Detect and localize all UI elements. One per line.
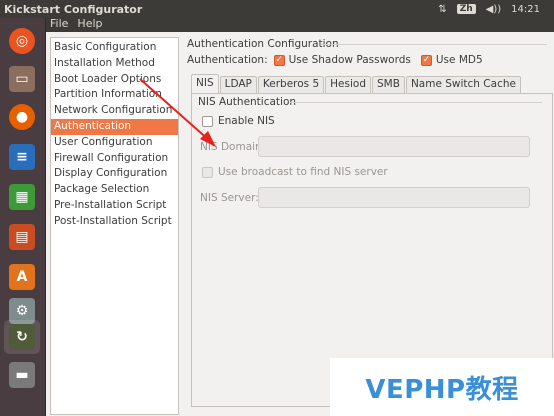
tab-smb[interactable]: SMB — [372, 76, 405, 93]
nav-item-boot-loader-options[interactable]: Boot Loader Options — [51, 72, 178, 88]
section-title: Authentication Configuration — [187, 38, 339, 50]
nav-item-basic-configuration[interactable]: Basic Configuration — [51, 40, 178, 56]
launcher-item-dvd[interactable]: ▬ — [4, 358, 40, 392]
broadcast-checkbox[interactable] — [202, 166, 213, 178]
keyboard-layout-indicator[interactable]: Zh — [456, 4, 476, 14]
broadcast-label[interactable]: Use broadcast to find NIS server — [218, 166, 388, 178]
shadow-passwords-checkbox[interactable]: ✓ — [273, 54, 285, 66]
nav-item-package-selection[interactable]: Package Selection — [51, 182, 178, 198]
firefox-icon: ● — [9, 104, 35, 130]
nis-domain-label: NIS Domain: — [200, 141, 266, 153]
launcher-item-firefox[interactable]: ● — [4, 100, 40, 134]
calc-icon: ▦ — [9, 184, 35, 210]
files-icon: ▭ — [9, 66, 35, 92]
authentication-options: Authentication: ✓ Use Shadow Passwords ✓… — [187, 54, 483, 66]
section-divider — [321, 44, 547, 45]
shadow-passwords-label[interactable]: Use Shadow Passwords — [289, 54, 411, 66]
launcher: ◎ ▭ ● ≡ ▦ ▤ A ⚙ ↻ ▬ — [0, 18, 46, 416]
tab-kerberos[interactable]: Kerberos 5 — [257, 76, 325, 93]
tab-nis[interactable]: NIS — [191, 74, 219, 93]
dvd-icon: ▬ — [9, 362, 35, 388]
watermark: VEPHP教程 — [330, 358, 554, 416]
nav-item-display-configuration[interactable]: Display Configuration — [51, 166, 178, 182]
md5-checkbox[interactable]: ✓ — [420, 54, 432, 66]
enable-nis-label[interactable]: Enable NIS — [218, 115, 275, 127]
enable-nis-row: Enable NIS — [202, 115, 275, 127]
category-list[interactable]: Basic Configuration Installation Method … — [50, 37, 179, 415]
top-panel: Kickstart Configurator ⇅ Zh ◀)) 14:21 — [0, 0, 554, 18]
md5-label[interactable]: Use MD5 — [436, 54, 483, 66]
nav-item-user-configuration[interactable]: User Configuration — [51, 135, 178, 151]
terminal-icon: ↻ — [9, 324, 35, 350]
nav-item-network-configuration[interactable]: Network Configuration — [51, 103, 178, 119]
nav-item-installation-method[interactable]: Installation Method — [51, 56, 178, 72]
launcher-item-writer[interactable]: ≡ — [4, 140, 40, 174]
enable-nis-checkbox[interactable] — [202, 115, 213, 127]
menu-help[interactable]: Help — [77, 18, 102, 32]
launcher-item-terminal[interactable]: ↻ — [4, 320, 40, 354]
launcher-item-files[interactable]: ▭ — [4, 62, 40, 96]
nis-group-divider — [290, 102, 542, 103]
menu-file[interactable]: File — [50, 18, 68, 32]
nav-item-authentication[interactable]: Authentication — [51, 118, 178, 135]
tab-hesiod[interactable]: Hesiod — [325, 76, 371, 93]
window-title: Kickstart Configurator — [4, 2, 143, 16]
launcher-item-dash[interactable]: ◎ — [4, 24, 40, 58]
sort-icon[interactable]: ⇅ — [438, 4, 446, 15]
nis-server-field[interactable] — [258, 187, 530, 208]
authentication-label: Authentication: — [187, 54, 268, 66]
software-center-icon: A — [9, 264, 35, 290]
launcher-item-software-center[interactable]: A — [4, 260, 40, 294]
nis-server-label: NIS Server: — [200, 192, 259, 204]
nis-group-title: NIS Authentication — [198, 96, 297, 108]
nav-item-partition-information[interactable]: Partition Information — [51, 87, 178, 103]
nav-item-post-installation-script[interactable]: Post-Installation Script — [51, 214, 178, 230]
menu-bar: File Help — [46, 18, 554, 32]
tab-name-switch-cache[interactable]: Name Switch Cache — [405, 76, 521, 93]
volume-icon[interactable]: ◀)) — [486, 4, 502, 15]
writer-icon: ≡ — [9, 144, 35, 170]
nis-domain-field[interactable] — [258, 136, 530, 157]
ubuntu-dash-icon: ◎ — [9, 28, 35, 54]
clock[interactable]: 14:21 — [511, 4, 540, 15]
nav-item-firewall-configuration[interactable]: Firewall Configuration — [51, 151, 178, 167]
nav-item-pre-installation-script[interactable]: Pre-Installation Script — [51, 198, 178, 214]
tab-ldap[interactable]: LDAP — [219, 76, 257, 93]
auth-tabs: NIS LDAP Kerberos 5 Hesiod SMB Name Swit… — [191, 74, 522, 93]
impress-icon: ▤ — [9, 224, 35, 250]
broadcast-row: Use broadcast to find NIS server — [202, 166, 388, 178]
launcher-item-calc[interactable]: ▦ — [4, 180, 40, 214]
launcher-item-impress[interactable]: ▤ — [4, 220, 40, 254]
